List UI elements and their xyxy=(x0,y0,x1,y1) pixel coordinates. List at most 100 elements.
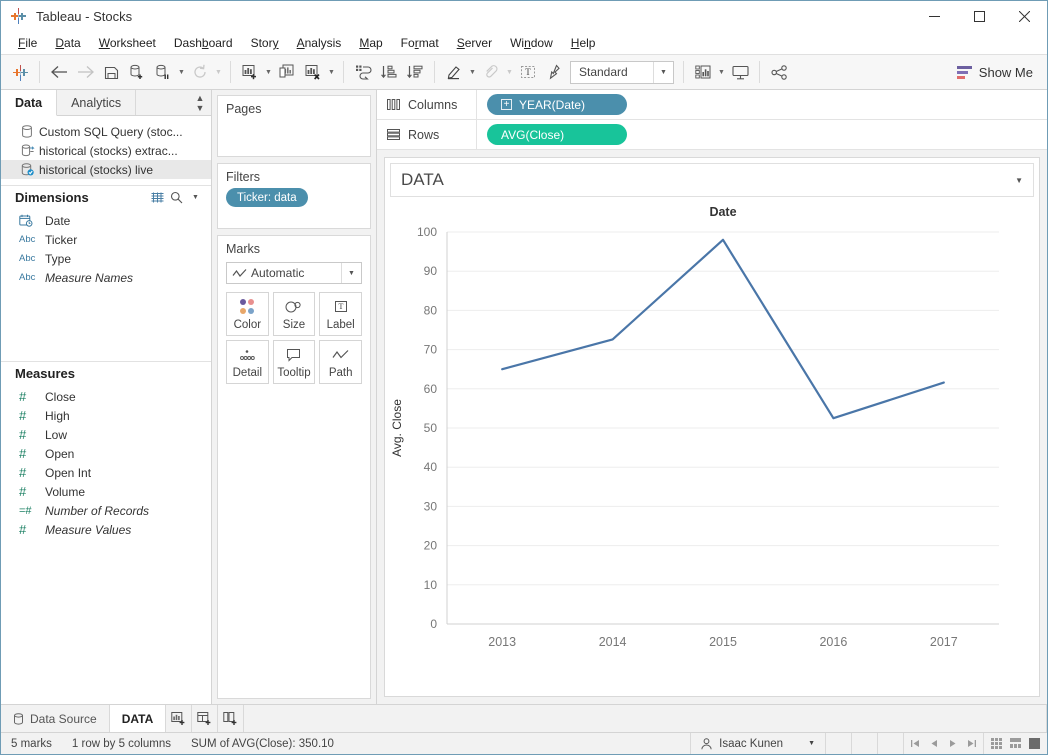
highlight-icon[interactable] xyxy=(441,59,467,85)
share-workbook-icon[interactable] xyxy=(766,59,792,85)
nav-prev-button[interactable] xyxy=(930,739,939,748)
marks-detail-button[interactable]: Detail xyxy=(226,340,269,384)
sort-ascending-icon[interactable] xyxy=(376,59,402,85)
maximize-button[interactable] xyxy=(957,1,1002,32)
duplicate-sheet-icon[interactable] xyxy=(274,59,300,85)
pill-avg-close[interactable]: AVG(Close) xyxy=(487,124,627,145)
columns-shelf[interactable]: Columns + YEAR(Date) xyxy=(377,90,1047,120)
nav-first-button[interactable] xyxy=(910,739,921,748)
data-source-item-selected[interactable]: historical (stocks) live xyxy=(1,160,211,179)
measure-open[interactable]: # Open xyxy=(1,444,211,463)
measure-number-of-records[interactable]: =# Number of Records xyxy=(1,501,211,520)
show-mark-labels-icon[interactable]: T xyxy=(515,59,541,85)
menu-worksheet[interactable]: Worksheet xyxy=(90,34,165,52)
menu-data[interactable]: Data xyxy=(46,34,89,52)
grid-view-icon[interactable] xyxy=(991,738,1002,749)
rows-shelf-drop[interactable]: AVG(Close) xyxy=(477,120,1047,149)
group-dropdown-icon[interactable]: ▼ xyxy=(504,59,515,85)
expand-hierarchy-icon[interactable]: + xyxy=(501,99,512,110)
new-worksheet-icon[interactable] xyxy=(237,59,263,85)
columns-shelf-drop[interactable]: + YEAR(Date) xyxy=(477,90,1047,119)
fix-axes-icon[interactable] xyxy=(541,59,567,85)
back-arrow-icon[interactable] xyxy=(46,59,72,85)
new-worksheet-dropdown-icon[interactable]: ▼ xyxy=(263,59,274,85)
nav-last-button[interactable] xyxy=(966,739,977,748)
menu-window[interactable]: Window xyxy=(501,34,562,52)
new-data-source-icon[interactable] xyxy=(124,59,150,85)
clear-sheet-dropdown-icon[interactable]: ▼ xyxy=(326,59,337,85)
refresh-data-source-icon[interactable] xyxy=(187,59,213,85)
fit-dropdown[interactable]: Standard ▼ xyxy=(570,60,674,84)
chart-title-dropdown-icon[interactable]: ▼ xyxy=(1015,176,1023,185)
new-story-tab-icon[interactable] xyxy=(218,705,245,732)
sheet-tab-data[interactable]: DATA xyxy=(109,705,167,732)
pause-auto-updates-icon[interactable] xyxy=(150,59,176,85)
viz-title-bar[interactable]: DATA ▼ xyxy=(390,163,1034,197)
highlight-dropdown-icon[interactable]: ▼ xyxy=(467,59,478,85)
menu-file[interactable]: File xyxy=(9,34,46,52)
pages-card[interactable]: Pages xyxy=(217,95,371,157)
minimize-button[interactable] xyxy=(912,1,957,32)
pill-year-date[interactable]: + YEAR(Date) xyxy=(487,94,627,115)
menu-format[interactable]: Format xyxy=(392,34,448,52)
close-button[interactable] xyxy=(1002,1,1047,32)
marks-tooltip-button[interactable]: Tooltip xyxy=(272,340,316,384)
refresh-dropdown-icon[interactable]: ▼ xyxy=(213,59,224,85)
sort-toggle-icon[interactable]: ▲ ▼ xyxy=(189,90,211,115)
presentation-mode-icon[interactable] xyxy=(727,59,753,85)
dimensions-menu-icon[interactable]: ▼ xyxy=(186,188,205,207)
menu-help[interactable]: Help xyxy=(562,34,605,52)
new-dashboard-tab-icon[interactable] xyxy=(192,705,219,732)
marks-size-button[interactable]: Size xyxy=(272,292,316,336)
tab-analytics[interactable]: Analytics xyxy=(57,90,137,115)
filters-card[interactable]: Filters Ticker: data xyxy=(217,163,371,229)
split-view-icon[interactable] xyxy=(1010,738,1022,749)
field-date[interactable]: Date xyxy=(1,211,211,230)
new-worksheet-tab-icon[interactable] xyxy=(166,705,193,732)
pause-updates-dropdown-icon[interactable]: ▼ xyxy=(176,59,187,85)
marks-path-button[interactable]: Path xyxy=(319,340,362,384)
measure-high[interactable]: # High xyxy=(1,406,211,425)
cards-dropdown-icon[interactable]: ▼ xyxy=(716,59,727,85)
measure-measure-values[interactable]: # Measure Values xyxy=(1,520,211,539)
menu-analysis[interactable]: Analysis xyxy=(288,34,351,52)
tab-data[interactable]: Data xyxy=(1,90,58,116)
swap-rows-columns-icon[interactable] xyxy=(350,59,376,85)
data-source-item[interactable]: Custom SQL Query (stoc... xyxy=(1,122,211,141)
menu-server[interactable]: Server xyxy=(448,34,501,52)
sort-descending-icon[interactable] xyxy=(402,59,428,85)
rows-shelf[interactable]: Rows AVG(Close) xyxy=(377,120,1047,150)
data-source-item[interactable]: historical (stocks) extrac... xyxy=(1,141,211,160)
measure-close[interactable]: # Close xyxy=(1,387,211,406)
tab-data-source[interactable]: Data Source xyxy=(1,705,110,732)
search-icon[interactable] xyxy=(167,188,186,207)
menu-dashboard[interactable]: Dashboard xyxy=(165,34,242,52)
menu-map[interactable]: Map xyxy=(350,34,391,52)
tableau-home-icon[interactable] xyxy=(7,59,33,85)
nav-next-button[interactable] xyxy=(948,739,957,748)
save-icon[interactable] xyxy=(98,59,124,85)
forward-arrow-icon[interactable] xyxy=(72,59,98,85)
view-data-grid-icon[interactable] xyxy=(148,188,167,207)
marks-color-button[interactable]: Color xyxy=(226,292,269,336)
filter-pill-ticker[interactable]: Ticker: data xyxy=(226,188,308,207)
marks-card[interactable]: Marks Automatic ▼ Color Size T Label Det… xyxy=(217,235,371,699)
measure-volume[interactable]: # Volume xyxy=(1,482,211,501)
field-measure-names[interactable]: Abc Measure Names xyxy=(1,268,211,287)
field-type[interactable]: Abc Type xyxy=(1,249,211,268)
measure-open-int[interactable]: # Open Int xyxy=(1,463,211,482)
line-chart[interactable]: Date 0 10 20 30 40 50 60 70 80 90 100 Avg. Close 2013… xyxy=(385,202,1037,682)
field-ticker[interactable]: Abc Ticker xyxy=(1,230,211,249)
status-user[interactable]: Isaac Kunen ▼ xyxy=(690,733,825,754)
chevron-down-icon[interactable]: ▼ xyxy=(808,740,815,747)
show-me-button[interactable]: Show Me xyxy=(949,59,1041,85)
marks-label-button[interactable]: T Label xyxy=(319,292,362,336)
measure-low[interactable]: # Low xyxy=(1,425,211,444)
chevron-down-icon[interactable]: ▼ xyxy=(341,263,361,283)
clear-sheet-icon[interactable] xyxy=(300,59,326,85)
chevron-down-icon[interactable]: ▼ xyxy=(653,61,673,83)
group-members-icon[interactable] xyxy=(478,59,504,85)
mark-type-dropdown[interactable]: Automatic ▼ xyxy=(226,262,362,284)
full-view-icon[interactable] xyxy=(1029,738,1040,749)
menu-story[interactable]: Story xyxy=(242,34,288,52)
